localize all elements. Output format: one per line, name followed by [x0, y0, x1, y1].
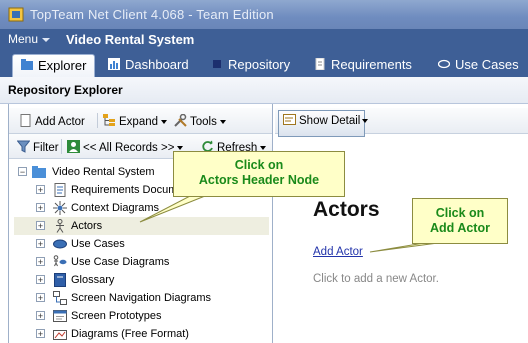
- app-logo-icon: [8, 7, 24, 22]
- tab-repository-label: Repository: [228, 57, 291, 72]
- tree-node-use-case-diagrams[interactable]: + Use Case Diagrams: [14, 253, 269, 271]
- detail-hint-text: Click to add a new Actor.: [313, 273, 439, 285]
- show-detail-button[interactable]: Show Detail: [278, 110, 366, 137]
- expand-icon[interactable]: +: [36, 203, 45, 213]
- glossary-icon: [54, 273, 66, 287]
- callout-line: Actors Header Node: [198, 173, 320, 187]
- new-item-icon: [20, 114, 31, 127]
- tab-explorer-label: Explorer: [38, 58, 87, 73]
- user-icon: [67, 140, 80, 153]
- tree-node-label: Actors: [71, 220, 103, 232]
- chevron-down-icon: [260, 145, 267, 150]
- tree-node-context-diagrams[interactable]: + Context Diagrams: [14, 199, 269, 217]
- tools-button-label: Tools: [190, 116, 217, 128]
- add-actor-link[interactable]: Add Actor: [313, 246, 363, 258]
- add-actor-button-label: Add Actor: [35, 116, 85, 128]
- tree-node-label: Screen Prototypes: [71, 310, 162, 322]
- callout-add-actor: Click on Add Actor: [412, 198, 508, 244]
- detail-toolbar: Show Detail: [275, 108, 528, 137]
- tree-node-label: Screen Navigation Diagrams: [71, 292, 212, 304]
- explorer-toolbar: Add Actor Expand Tools: [9, 108, 272, 134]
- use-case-icon: [53, 239, 67, 249]
- expand-icon[interactable]: +: [36, 275, 45, 285]
- repository-icon: [213, 60, 221, 68]
- add-actor-button[interactable]: Add Actor: [17, 112, 87, 134]
- records-filter-dropdown[interactable]: << All Records >>: [65, 138, 185, 160]
- expand-button-label: Expand: [119, 116, 159, 128]
- navigation-diagram-icon: [53, 291, 67, 305]
- tree-node-label: Context Diagrams: [71, 202, 160, 214]
- tree-node-label: Diagrams (Free Format): [71, 328, 189, 340]
- repository-explorer-title: Repository Explorer: [8, 83, 123, 97]
- free-diagram-icon: [53, 330, 67, 340]
- actor-icon: [56, 219, 64, 233]
- expand-icon[interactable]: +: [36, 257, 45, 267]
- expand-icon[interactable]: +: [36, 221, 45, 231]
- window-title: TopTeam Net Client 4.068 - Team Edition: [30, 7, 274, 22]
- explorer-icon: [21, 59, 33, 70]
- callout-line: Click on: [234, 158, 284, 172]
- callout-line: Click on: [435, 206, 485, 220]
- toolbar-divider: [97, 113, 98, 128]
- tree-node-screen-prototypes[interactable]: + Screen Prototypes: [14, 307, 269, 325]
- collapse-icon[interactable]: −: [18, 167, 27, 177]
- main-tab-bar: Explorer Dashboard Repository Requiremen…: [0, 51, 528, 81]
- callout-actors-header-node: Click on Actors Header Node: [173, 151, 345, 197]
- chevron-down-icon: [42, 37, 51, 42]
- tree-node-label: Requirements Docum: [71, 184, 178, 196]
- filter-icon: [17, 140, 30, 153]
- main-menu-button[interactable]: Menu: [8, 32, 51, 46]
- expand-button[interactable]: Expand: [101, 112, 169, 134]
- tree-node-label: Use Case Diagrams: [71, 256, 170, 268]
- detail-view-icon: [283, 114, 296, 125]
- prototype-icon: [53, 310, 67, 322]
- tools-icon: [174, 114, 187, 127]
- system-name: Video Rental System: [66, 32, 195, 47]
- tab-use-cases-label: Use Cases: [455, 57, 519, 72]
- use-case-icon: [438, 59, 450, 69]
- folder-icon: [32, 166, 46, 178]
- use-case-diagram-icon: [53, 255, 67, 267]
- tree-node-actors[interactable]: + Actors: [14, 217, 269, 235]
- chevron-down-icon: [177, 145, 184, 150]
- records-filter-label: << All Records >>: [83, 142, 175, 154]
- expand-icon[interactable]: +: [36, 185, 45, 195]
- tree-node-glossary[interactable]: + Glossary: [14, 271, 269, 289]
- repository-explorer-header: Repository Explorer: [0, 77, 528, 104]
- tab-dashboard-label: Dashboard: [125, 57, 189, 72]
- tree-node-use-cases[interactable]: + Use Cases: [14, 235, 269, 253]
- document-icon: [315, 58, 325, 70]
- chevron-down-icon: [161, 119, 168, 124]
- window-title-bar: TopTeam Net Client 4.068 - Team Edition: [0, 0, 528, 29]
- show-detail-label: Show Detail: [299, 115, 361, 127]
- context-diagram-icon: [53, 201, 67, 215]
- chevron-down-icon[interactable]: [362, 119, 368, 123]
- tree-node-label: Glossary: [71, 274, 115, 286]
- expand-icon[interactable]: +: [36, 239, 45, 249]
- tree-node-screen-navigation-diagrams[interactable]: + Screen Navigation Diagrams: [14, 289, 269, 307]
- filter-button-label: Filter: [33, 142, 59, 154]
- expand-icon[interactable]: +: [36, 311, 45, 321]
- main-menu-label: Menu: [8, 32, 39, 46]
- expand-icon[interactable]: +: [36, 293, 45, 303]
- tree-node-label: Use Cases: [71, 238, 125, 250]
- requirements-doc-icon: [54, 183, 66, 197]
- expand-icon[interactable]: +: [36, 329, 45, 339]
- expand-tree-icon: [103, 114, 115, 126]
- chevron-down-icon: [219, 119, 226, 124]
- callout-line: Add Actor: [430, 221, 490, 235]
- toolbar-divider: [61, 139, 62, 154]
- dashboard-icon: [108, 58, 120, 70]
- tree-node-diagrams-free-format[interactable]: + Diagrams (Free Format): [14, 325, 269, 343]
- tab-requirements-label: Requirements: [331, 57, 412, 72]
- tools-button[interactable]: Tools: [172, 112, 228, 134]
- detail-heading: Actors: [313, 198, 380, 221]
- filter-button[interactable]: Filter: [15, 138, 61, 160]
- menu-bar: Menu Video Rental System: [0, 29, 528, 51]
- tree-node-label: Video Rental System: [52, 166, 155, 178]
